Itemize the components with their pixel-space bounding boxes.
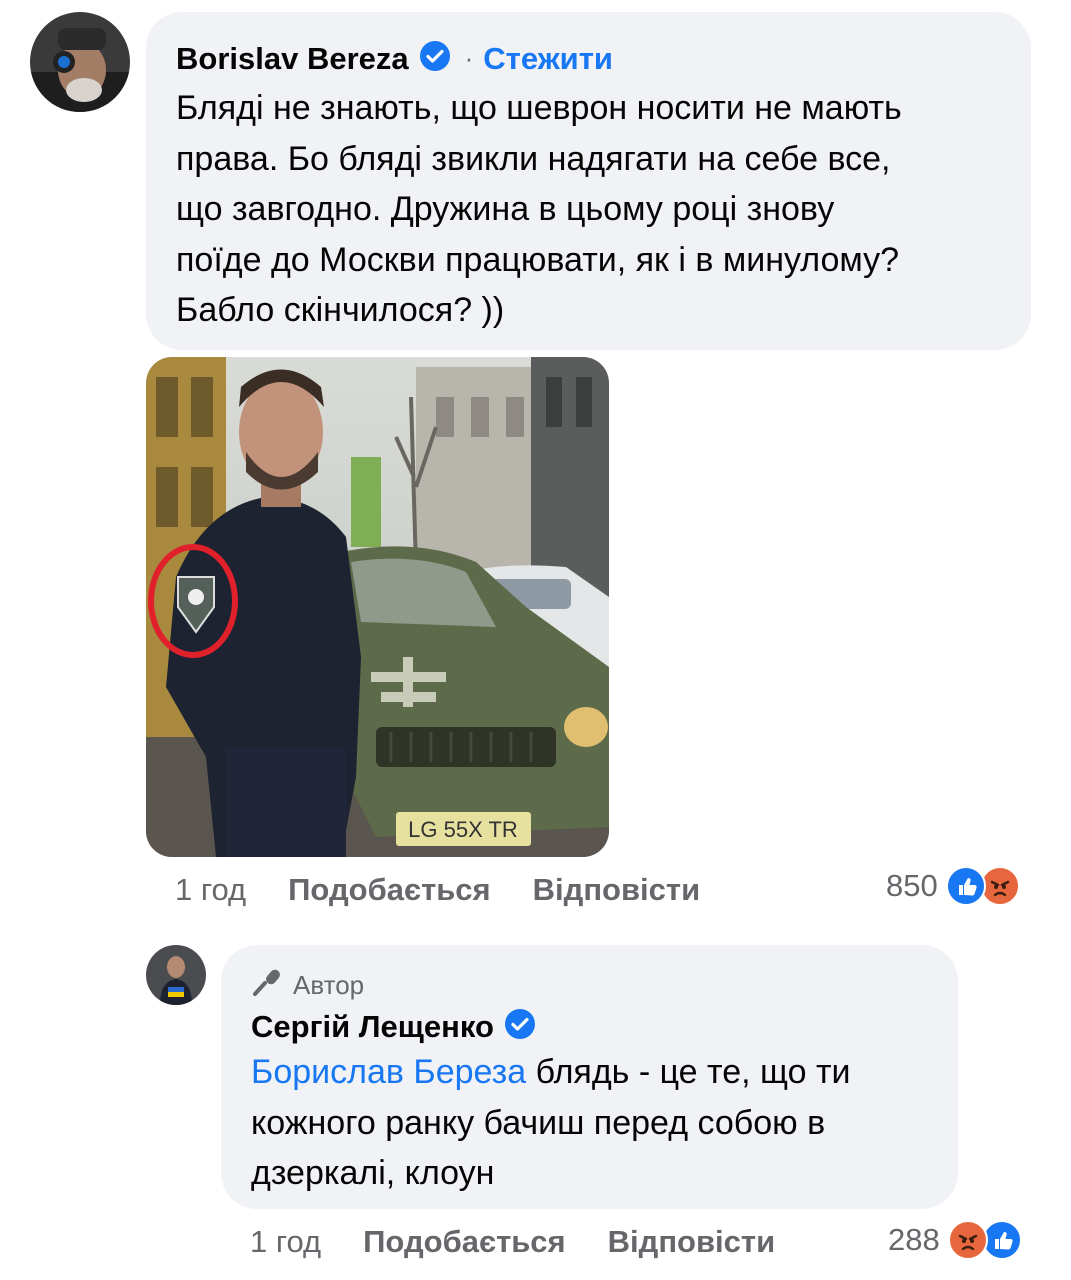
- timestamp[interactable]: 1 год: [250, 1224, 321, 1260]
- comment-line: Бабло скінчилося? )): [176, 291, 505, 329]
- avatar-leshchenko[interactable]: [146, 945, 206, 1005]
- mention-link[interactable]: Борислав Береза: [251, 1053, 526, 1091]
- reaction-count: 850: [886, 868, 938, 903]
- microphone-icon: [251, 967, 285, 1004]
- author-name[interactable]: Borislav Bereza: [176, 41, 409, 77]
- angry-icon: [979, 866, 1020, 906]
- comment-line-rest: блядь - це те, що ти: [526, 1053, 851, 1091]
- verified-badge-icon: [504, 1008, 536, 1045]
- comment-line: Борислав Береза блядь - це те, що ти: [251, 1047, 958, 1098]
- license-plate: LG 55X TR: [408, 817, 518, 842]
- comment-line: дзеркалі, клоун: [251, 1154, 495, 1192]
- comment-line: кожного ранку бачиш перед собою в: [251, 1103, 826, 1142]
- author-badge-label: Автор: [293, 970, 365, 1000]
- angry-icon: [947, 1220, 988, 1260]
- author-name[interactable]: Сергій Лещенко: [251, 1009, 494, 1045]
- comment-bubble-borislav: Borislav Bereza · Стежити Бляді не знают…: [146, 12, 1031, 350]
- like-button[interactable]: Подобається: [363, 1224, 566, 1260]
- reply-button[interactable]: Відповісти: [608, 1224, 776, 1260]
- follow-button[interactable]: Стежити: [483, 41, 613, 77]
- comment-line: що завгодно. Дружина в цьому році знову: [176, 190, 835, 228]
- comment-line: Бляді не знають, що шеврон носити не маю…: [176, 89, 902, 127]
- verified-badge-icon: [419, 40, 451, 77]
- like-button[interactable]: Подобається: [288, 872, 491, 908]
- comment-line: права. Бо бляді звикли надягати на себе …: [176, 139, 891, 178]
- reaction-summary-borislav[interactable]: 850: [886, 866, 1020, 906]
- like-icon: [981, 1220, 1022, 1260]
- reaction-count: 288: [888, 1222, 940, 1257]
- avatar-borislav[interactable]: [30, 12, 130, 112]
- timestamp[interactable]: 1 год: [175, 872, 246, 908]
- comment-photo[interactable]: LG 55X TR: [146, 357, 609, 857]
- reaction-summary-leshchenko[interactable]: 288: [888, 1220, 1022, 1260]
- like-icon: [945, 866, 986, 906]
- comment-text: Бляді не знають, що шеврон носити не маю…: [176, 83, 1031, 336]
- comment-bubble-leshchenko: Автор Сергій Лещенко Борислав Береза бля…: [221, 945, 958, 1209]
- comment-actions-leshchenko: 1 год Подобається Відповісти: [250, 1220, 775, 1264]
- reply-button[interactable]: Відповісти: [533, 872, 701, 908]
- author-badge: Автор: [251, 967, 958, 1004]
- separator-dot: ·: [464, 43, 474, 73]
- comment-line: поїде до Москви працювати, як і в минуло…: [176, 240, 900, 279]
- comment-text: Борислав Береза блядь - це те, що ти кож…: [251, 1047, 958, 1199]
- comment-actions-borislav: 1 год Подобається Відповісти: [175, 868, 700, 912]
